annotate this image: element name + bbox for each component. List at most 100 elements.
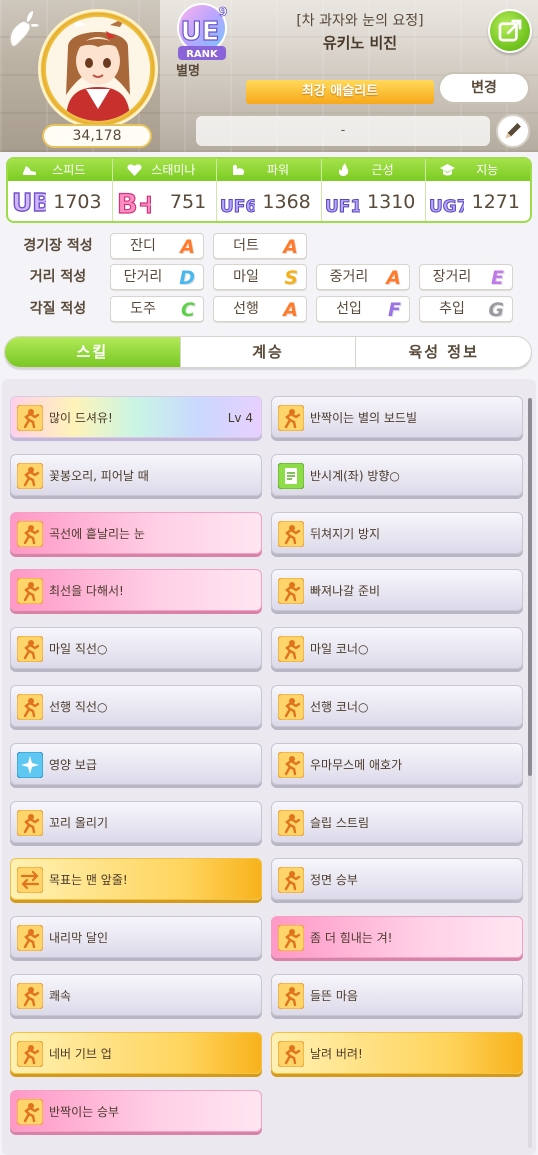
title-ribbon: 최강 애슬리트 [246, 80, 434, 104]
running-figure-icon [16, 577, 44, 605]
skill-button[interactable]: 반짝이는 승부 [10, 1089, 262, 1132]
stat-label: 스태미나 [151, 163, 196, 177]
skill-button[interactable]: 선행 직선○ [10, 685, 262, 727]
blue-sparkle-icon [16, 751, 44, 779]
svg-text:UB: UB [12, 188, 46, 217]
profile-header: 34,178 UE 9 RANK 별명 [차 과자와 눈의 요정] 유키노 비진… [0, 0, 538, 152]
rank-letters: UE [181, 17, 220, 47]
running-figure-icon [16, 1098, 44, 1126]
stat-guts: 근성 UF1 1310 [321, 159, 427, 221]
grade-letter: G [488, 299, 504, 321]
running-figure-icon [16, 924, 44, 952]
skill-name: 네버 기브 업 [49, 1046, 112, 1061]
skill-name: 많이 드셔유! [49, 411, 113, 425]
skill-button[interactable]: 우마무스메 애호가 [271, 742, 523, 785]
skill-button[interactable]: 쾌속 [10, 974, 262, 1016]
change-title-button[interactable]: 변경 [438, 72, 530, 104]
green-document-icon [277, 462, 305, 490]
skill-button[interactable]: 최선을 다해서! [10, 569, 262, 612]
aptitude-turf: 잔디 A [110, 233, 204, 259]
skill-name: 반짝이는 승부 [49, 1104, 120, 1119]
skill-button[interactable]: 꼬리 올리기 [10, 800, 262, 843]
skill-name: 꼬리 올리기 [49, 815, 109, 830]
graduation-cap-icon [440, 164, 456, 176]
running-figure-icon [16, 635, 44, 663]
skill-name: 꽃봉오리, 피어날 때 [49, 468, 149, 483]
running-figure-icon [277, 924, 305, 952]
running-figure-icon [277, 404, 305, 432]
grade-badge-uf6: UF6 [220, 197, 256, 218]
running-figure-icon [16, 462, 44, 490]
character-epithet: [차 과자와 눈의 요정] [296, 13, 424, 29]
skill-button[interactable]: 마일 코너○ [271, 627, 523, 670]
skill-button[interactable]: 많이 드셔유! Lv 4 [10, 396, 262, 438]
skill-button[interactable]: 좀 더 힘내는 겨! [271, 916, 523, 959]
tab-skills[interactable]: 스킬 [5, 337, 181, 367]
skill-button[interactable]: 곡선에 흩날리는 눈 [10, 511, 262, 554]
flame-icon [338, 163, 348, 176]
aptitude-mile: 마일 S [213, 264, 307, 290]
stat-value: 1703 [53, 191, 102, 213]
skill-button[interactable]: 반짝이는 별의 보드빌 [271, 396, 523, 438]
aptitude-dirt: 더트 A [213, 233, 307, 259]
skill-button[interactable]: 빠져나갈 준비 [271, 569, 523, 612]
skill-button[interactable]: 마일 직선○ [10, 627, 262, 670]
grade-badge-uf1: UF1 [324, 197, 360, 218]
skill-button[interactable]: 들뜬 마음 [271, 974, 523, 1016]
aptitude-label: 각질 적성 [29, 301, 87, 317]
skill-name: 최선을 다해서! [49, 584, 124, 599]
aptitude-long: 장거리 E [419, 264, 513, 290]
stat-stamina: 스태미나 B+ 751 [112, 159, 218, 221]
skill-name: 영양 보급 [49, 757, 97, 772]
carrot-back-icon[interactable] [4, 6, 44, 50]
character-avatar[interactable] [46, 17, 150, 121]
tab-training-info[interactable]: 육성 정보 [356, 337, 531, 367]
grade-letter: A [386, 267, 401, 289]
skill-button[interactable]: 반시계(좌) 방향○ [271, 453, 523, 496]
stat-power: 파워 UF6 1368 [217, 159, 322, 221]
skill-button[interactable]: 선행 코너○ [271, 685, 523, 727]
skill-button[interactable]: 내리막 달인 [10, 916, 262, 959]
running-figure-icon [277, 751, 305, 779]
skill-button[interactable]: 영양 보급 [10, 742, 262, 785]
aptitude-row-style: 각질 적성 도주 C 선행 A 선입 F 추입 G [0, 296, 538, 322]
skill-list-scrollbar[interactable] [528, 398, 532, 1148]
svg-text:UF1: UF1 [325, 197, 360, 217]
svg-text:UF6: UF6 [220, 197, 255, 217]
grade-badge-ub: UB [11, 187, 46, 217]
skill-button[interactable]: 목표는 맨 앞줄! [10, 858, 262, 901]
share-button[interactable] [488, 9, 532, 53]
aptitude-label: 거리 적성 [29, 269, 87, 285]
skill-name: 곡선에 흩날리는 눈 [49, 526, 145, 541]
stat-label: 스피드 [52, 163, 86, 177]
shoe-icon [23, 166, 36, 175]
skill-name: 슬립 스트림 [310, 815, 370, 830]
skill-button[interactable]: 정면 승부 [271, 858, 523, 901]
aptitude-betweener: 선입 F [316, 296, 410, 322]
edit-comment-button[interactable] [496, 114, 530, 148]
svg-text:B+: B+ [117, 189, 151, 220]
tab-inheritance[interactable]: 계승 [181, 337, 357, 367]
muscle-icon [233, 164, 245, 175]
aptitude-sprint: 단거리 D [110, 264, 204, 290]
running-figure-icon [277, 1040, 305, 1068]
stats-panel: 스피드 UB 1703 스태미나 B+ 751 파워 UF6 1368 근성 U… [6, 157, 532, 223]
pencil-icon [505, 123, 521, 139]
tab-bar: 스킬 계승 육성 정보 [4, 336, 532, 368]
rank-badge-icon[interactable]: UE 9 RANK [170, 2, 236, 64]
grade-letter: C [181, 299, 195, 321]
grade-letter: S [284, 267, 298, 289]
aptitude-chaser: 추입 G [419, 296, 513, 322]
scrollbar-thumb[interactable] [528, 398, 532, 776]
skill-name: 선행 직선○ [49, 700, 108, 714]
aptitude-label: 경기장 적성 [23, 238, 93, 254]
stat-value: 1271 [471, 191, 520, 213]
skill-button[interactable]: 뒤쳐지기 방지 [271, 511, 523, 554]
skill-button[interactable]: 꽃봉오리, 피어날 때 [10, 453, 262, 496]
skill-name: 정면 승부 [310, 873, 358, 888]
skill-button[interactable]: 슬립 스트림 [271, 800, 523, 843]
skill-button[interactable]: 네버 기브 업 [10, 1031, 262, 1074]
skill-name: 뒤쳐지기 방지 [310, 526, 381, 541]
skill-button[interactable]: 날려 버려! [271, 1031, 523, 1074]
skill-name: 반시계(좌) 방향○ [310, 468, 400, 483]
